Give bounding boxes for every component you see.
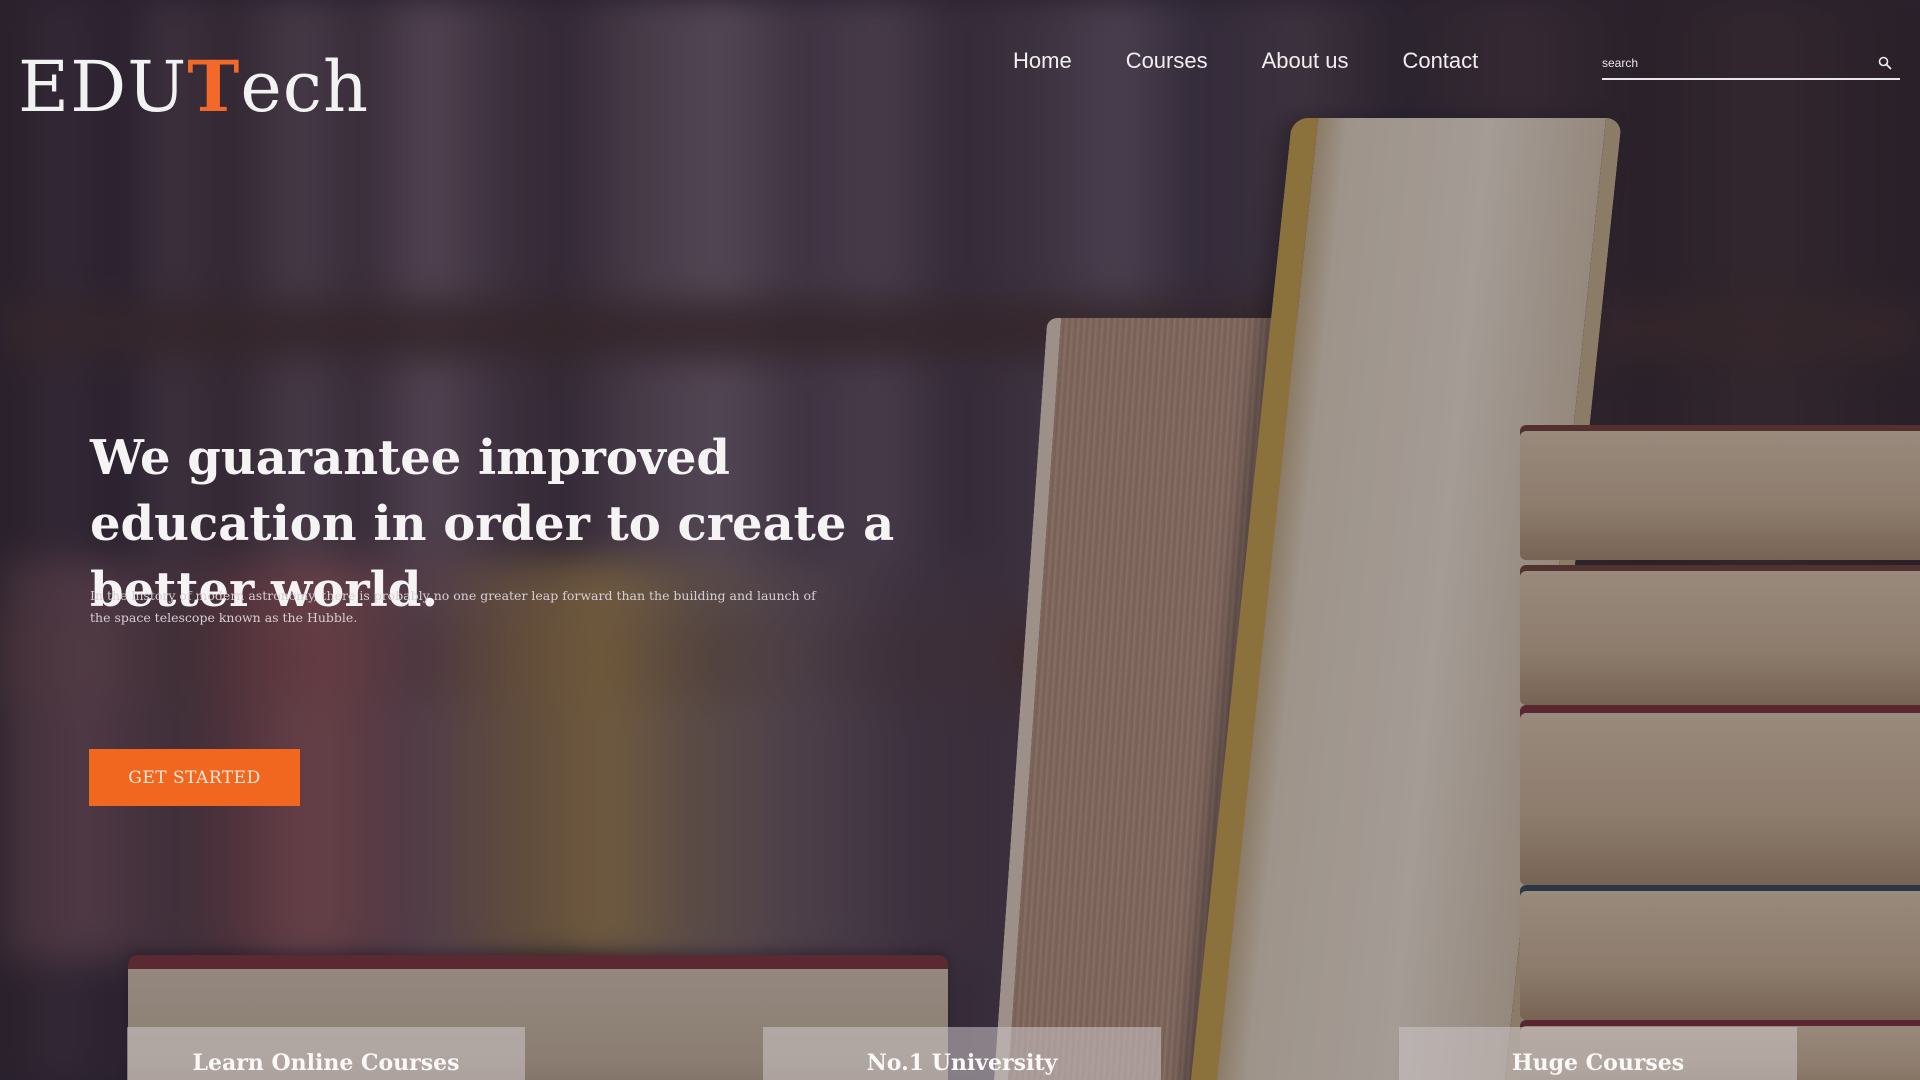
- feature-card-huge-courses[interactable]: Huge Courses: [1399, 1027, 1797, 1080]
- main-nav: Home Courses About us Contact: [1000, 48, 1532, 74]
- nav-link-about[interactable]: About us: [1262, 48, 1349, 74]
- nav-link-courses[interactable]: Courses: [1126, 48, 1208, 74]
- feature-card-online-courses[interactable]: Learn Online Courses: [127, 1027, 525, 1080]
- site-header: EDUTech Home Courses About us Contact: [0, 0, 1920, 140]
- site-logo[interactable]: EDUTech: [18, 46, 370, 128]
- feature-card-university[interactable]: No.1 University: [763, 1027, 1161, 1080]
- logo-prefix: EDU: [18, 46, 188, 128]
- nav-link-contact[interactable]: Contact: [1402, 48, 1478, 74]
- logo-suffix: ech: [240, 46, 370, 128]
- search-bar: [1602, 50, 1900, 80]
- hero-description: In the history of modern astronomy, ther…: [90, 588, 816, 625]
- nav-link-home[interactable]: Home: [1013, 48, 1072, 74]
- feature-card-label: No.1 University: [866, 1050, 1058, 1076]
- feature-card-label: Huge Courses: [1511, 1050, 1685, 1076]
- search-input[interactable]: [1602, 50, 1862, 76]
- logo-accent: T: [187, 45, 241, 128]
- search-icon[interactable]: [1878, 56, 1892, 70]
- feature-card-label: Learn Online Courses: [192, 1050, 460, 1076]
- get-started-button[interactable]: GET STARTED: [89, 749, 300, 806]
